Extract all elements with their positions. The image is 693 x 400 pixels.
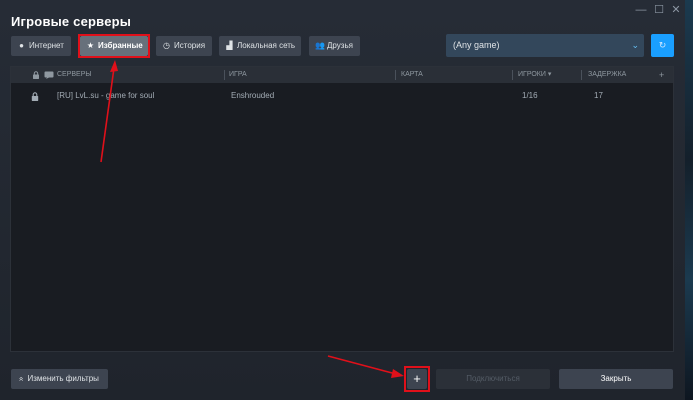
minimize-icon[interactable]: — bbox=[634, 4, 648, 16]
tab-internet[interactable]: ● Интернет bbox=[11, 36, 71, 56]
server-name: [RU] LvL.su - game for soul bbox=[57, 91, 155, 100]
tab-label: Локальная сеть bbox=[237, 41, 296, 50]
maximize-icon[interactable]: ☐ bbox=[652, 4, 666, 16]
server-players: 1/16 bbox=[522, 91, 538, 100]
refresh-icon: ↻ bbox=[658, 40, 667, 50]
friends-icon: 👥 bbox=[315, 41, 325, 50]
column-header-servers[interactable]: СЕРВЕРЫ bbox=[57, 67, 92, 83]
tab-label: Интернет bbox=[29, 41, 64, 50]
change-filters-label: Изменить фильтры bbox=[27, 374, 99, 383]
connect-button[interactable]: Подключиться bbox=[436, 369, 550, 389]
add-column-icon[interactable]: + bbox=[659, 67, 664, 83]
highlight-box-favorites bbox=[78, 34, 150, 58]
column-divider[interactable] bbox=[224, 70, 225, 80]
column-header-map[interactable]: КАРТА bbox=[401, 67, 423, 83]
column-divider[interactable] bbox=[395, 70, 396, 80]
column-header-game[interactable]: ИГРА bbox=[229, 67, 247, 83]
chevron-down-icon: ⌄ bbox=[631, 40, 639, 50]
highlight-box-add bbox=[404, 366, 430, 392]
tab-label: История bbox=[174, 41, 206, 50]
background-strip bbox=[685, 0, 693, 400]
close-icon[interactable]: ✕ bbox=[669, 4, 683, 16]
server-browser-window: — ☐ ✕ Игровые серверы ● Интернет ★ Избранн… bbox=[0, 0, 685, 400]
players-header-label: ИГРОКИ bbox=[518, 71, 546, 78]
change-filters-button[interactable]: «Изменить фильтры bbox=[11, 369, 108, 389]
tab-lan[interactable]: ▟ Локальная сеть bbox=[219, 36, 301, 56]
lan-icon: ▟ bbox=[226, 41, 233, 50]
close-dialog-button[interactable]: Закрыть bbox=[559, 369, 673, 389]
page-title: Игровые серверы bbox=[11, 14, 132, 29]
column-header-players[interactable]: ИГРОКИ ▾ bbox=[518, 67, 551, 83]
tab-friends[interactable]: 👥 Друзья bbox=[309, 36, 360, 56]
lock-icon[interactable] bbox=[32, 71, 40, 79]
column-divider[interactable] bbox=[512, 70, 513, 80]
column-divider[interactable] bbox=[581, 70, 582, 80]
table-header: СЕРВЕРЫ ИГРА КАРТА ИГРОКИ ▾ ЗАДЕРЖКА + bbox=[11, 67, 673, 83]
globe-icon: ● bbox=[19, 41, 24, 50]
server-table: СЕРВЕРЫ ИГРА КАРТА ИГРОКИ ▾ ЗАДЕРЖКА + [… bbox=[10, 66, 674, 352]
sort-desc-icon: ▾ bbox=[547, 71, 552, 78]
game-filter-value: (Any game) bbox=[453, 40, 500, 50]
vac-shield-icon[interactable] bbox=[44, 71, 54, 79]
lock-icon bbox=[31, 92, 39, 101]
server-game: Enshrouded bbox=[231, 91, 275, 100]
game-filter-select[interactable]: (Any game) ⌄ bbox=[446, 34, 644, 57]
refresh-button[interactable]: ↻ bbox=[651, 34, 674, 57]
double-chevron-up-icon: « bbox=[17, 376, 27, 382]
table-row[interactable]: [RU] LvL.su - game for soul Enshrouded 1… bbox=[11, 89, 673, 103]
server-latency: 17 bbox=[594, 91, 603, 100]
clock-icon: ◷ bbox=[163, 41, 170, 50]
column-header-latency[interactable]: ЗАДЕРЖКА bbox=[588, 67, 626, 83]
tab-history[interactable]: ◷ История bbox=[156, 36, 212, 56]
tab-label: Друзья bbox=[327, 41, 353, 50]
